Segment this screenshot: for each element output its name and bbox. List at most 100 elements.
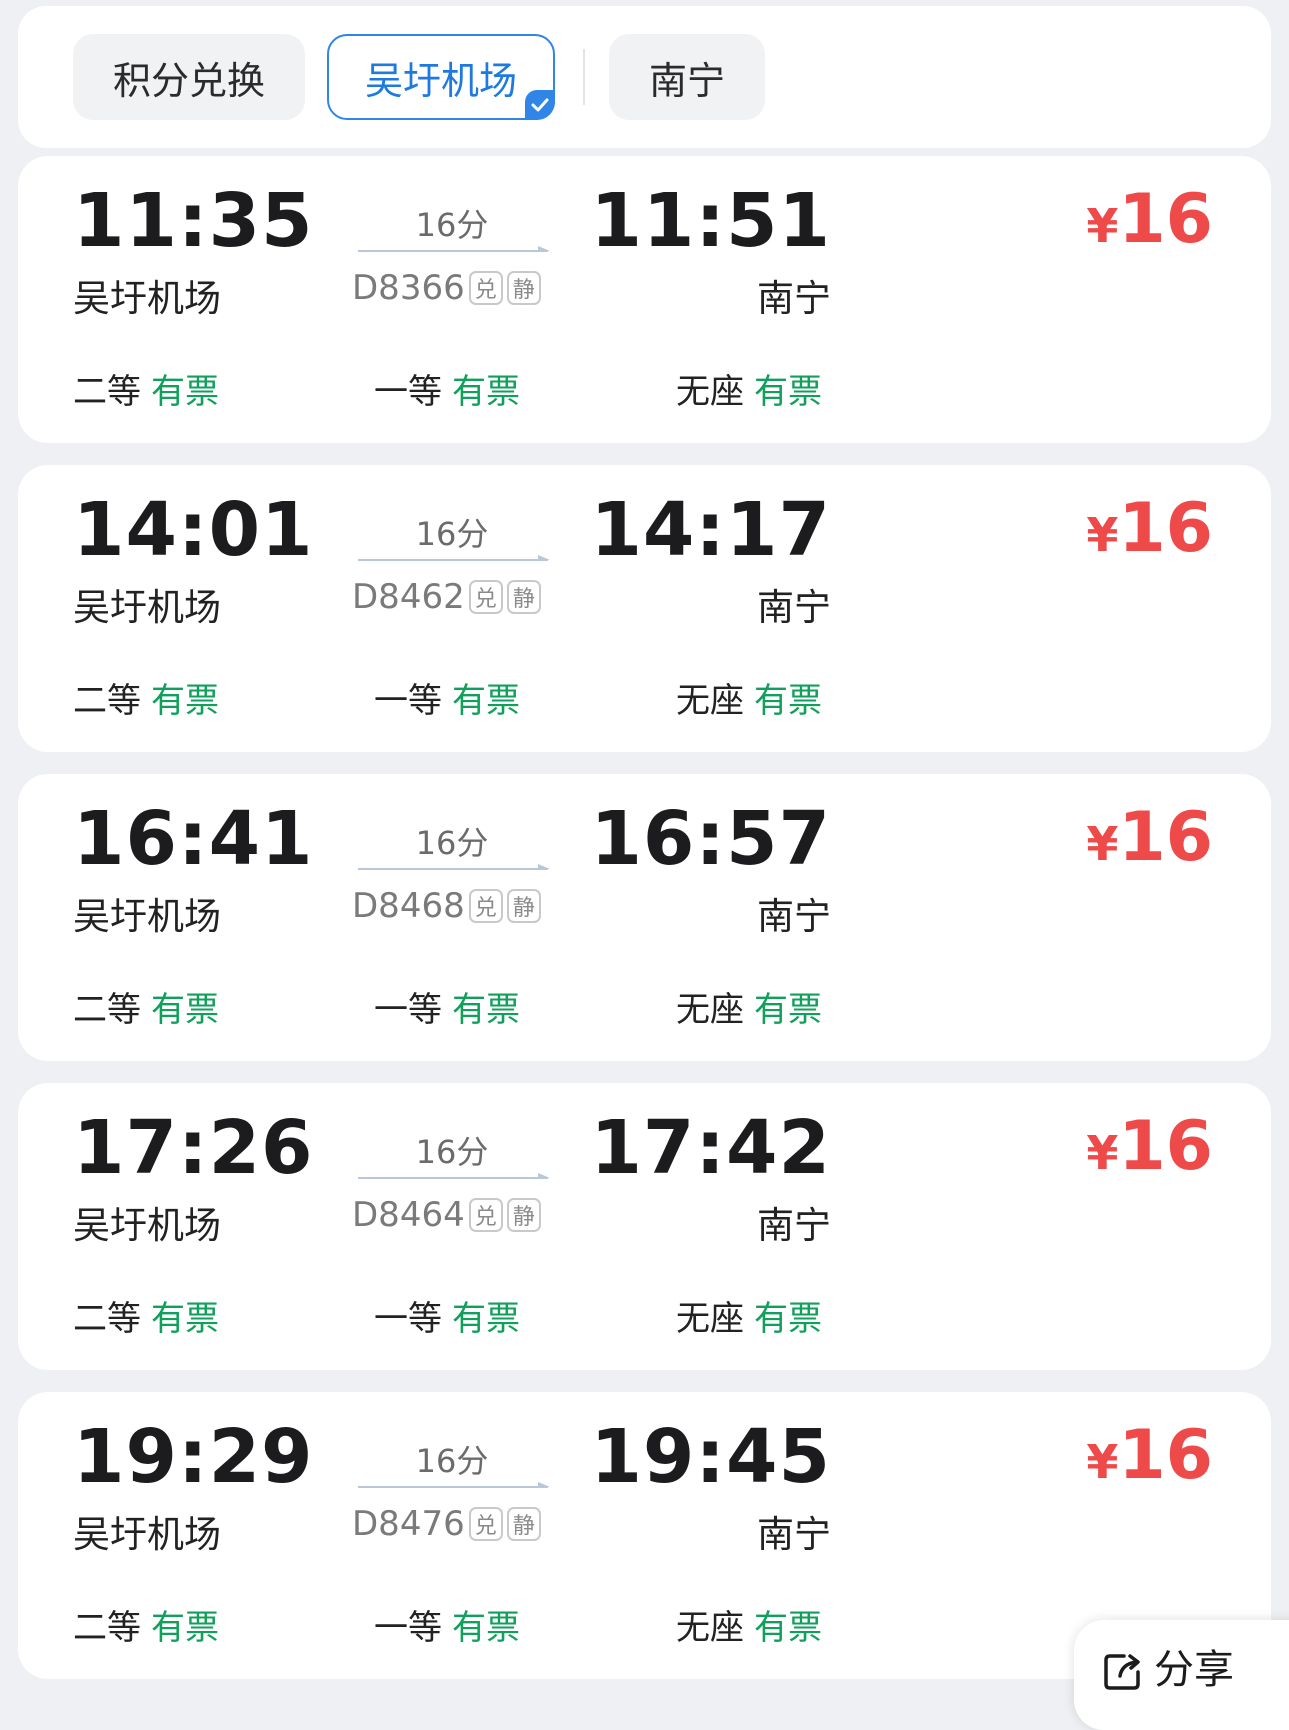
train-number: D8468: [352, 886, 465, 926]
train-number-row: D8468 兑 静: [352, 886, 541, 926]
duration: 16分: [415, 1133, 489, 1171]
seat-availability: 有票: [754, 372, 822, 412]
direction-arrow-icon: [358, 1482, 550, 1488]
seat-class: 一等: [374, 1608, 442, 1648]
filter-chip-wuxu-airport[interactable]: 吴圩机场: [327, 34, 555, 120]
price-value: 16: [1118, 1416, 1213, 1495]
departure-time: 17:26: [73, 1105, 314, 1191]
exchange-tag: 兑: [468, 889, 503, 923]
train-card[interactable]: 14:01 吴圩机场 16分 D8462 兑 静 14:17 南宁 ¥16 二等…: [18, 465, 1271, 752]
seat-availability: 有票: [151, 1608, 219, 1648]
seat-class: 二等: [73, 681, 141, 721]
exchange-tag: 兑: [468, 1507, 503, 1541]
arrival-time: 14:17: [590, 487, 831, 573]
seat-availability: 有票: [754, 681, 822, 721]
arrival-station: 南宁: [757, 586, 831, 629]
seat-class: 无座: [676, 1608, 744, 1648]
seat-second-class: 二等 有票: [73, 364, 219, 413]
quiet-tag: 静: [506, 1198, 541, 1232]
arrival-station: 南宁: [757, 895, 831, 938]
seat-availability: 有票: [151, 1299, 219, 1339]
train-number: D8462: [352, 577, 465, 617]
seat-availability: 有票: [754, 990, 822, 1030]
departure-station: 吴圩机场: [73, 586, 221, 629]
departure-station: 吴圩机场: [73, 1204, 221, 1247]
price-value: 16: [1118, 1107, 1213, 1186]
arrival-time: 19:45: [590, 1414, 831, 1500]
duration: 16分: [415, 206, 489, 244]
departure-time: 19:29: [73, 1414, 314, 1500]
train-number-row: D8464 兑 静: [352, 1195, 541, 1235]
quiet-tag: 静: [506, 889, 541, 923]
check-icon: [525, 90, 555, 120]
filter-divider: [583, 49, 585, 105]
train-card[interactable]: 11:35 吴圩机场 16分 D8366 兑 静 11:51 南宁 ¥16 二等…: [18, 156, 1271, 443]
arrival-time: 11:51: [590, 178, 831, 264]
train-number-row: D8366 兑 静: [352, 268, 541, 308]
seat-class: 二等: [73, 990, 141, 1030]
duration: 16分: [415, 515, 489, 553]
train-number: D8476: [352, 1504, 465, 1544]
direction-arrow-icon: [358, 1173, 550, 1179]
price-value: 16: [1118, 180, 1213, 259]
seat-second-class: 二等 有票: [73, 673, 219, 722]
arrival-station: 南宁: [757, 277, 831, 320]
train-card[interactable]: 17:26 吴圩机场 16分 D8464 兑 静 17:42 南宁 ¥16 二等…: [18, 1083, 1271, 1370]
exchange-tag: 兑: [468, 580, 503, 614]
filter-chip-nanning[interactable]: 南宁: [609, 34, 765, 120]
seat-class: 无座: [676, 1299, 744, 1339]
filter-chip-label: 积分兑换: [112, 58, 265, 103]
filter-chip-label: 吴圩机场: [364, 58, 517, 103]
seat-first-class: 一等 有票: [374, 982, 520, 1031]
train-card[interactable]: 16:41 吴圩机场 16分 D8468 兑 静 16:57 南宁 ¥16 二等…: [18, 774, 1271, 1061]
train-number-row: D8462 兑 静: [352, 577, 541, 617]
currency-symbol: ¥: [1086, 1126, 1119, 1180]
seat-availability: 有票: [754, 1608, 822, 1648]
seat-standing: 无座 有票: [676, 1600, 822, 1649]
filter-chip-label: 南宁: [648, 58, 725, 103]
share-label: 分享: [1154, 1647, 1234, 1693]
seat-class: 无座: [676, 990, 744, 1030]
direction-arrow-icon: [358, 246, 550, 252]
direction-arrow-icon: [358, 864, 550, 870]
arrival-time: 17:42: [590, 1105, 831, 1191]
arrival-time: 16:57: [590, 796, 831, 882]
share-button[interactable]: 分享: [1074, 1620, 1289, 1730]
seat-second-class: 二等 有票: [73, 1291, 219, 1340]
price: ¥16: [1086, 1113, 1213, 1181]
price: ¥16: [1086, 1422, 1213, 1490]
seat-availability: 有票: [452, 681, 520, 721]
quiet-tag: 静: [506, 1507, 541, 1541]
departure-station: 吴圩机场: [73, 277, 221, 320]
seat-class: 二等: [73, 1608, 141, 1648]
train-number-row: D8476 兑 静: [352, 1504, 541, 1544]
seat-first-class: 一等 有票: [374, 1600, 520, 1649]
seat-class: 无座: [676, 681, 744, 721]
price: ¥16: [1086, 495, 1213, 563]
seat-availability: 有票: [151, 681, 219, 721]
seat-class: 二等: [73, 1299, 141, 1339]
departure-time: 14:01: [73, 487, 314, 573]
seat-standing: 无座 有票: [676, 364, 822, 413]
price: ¥16: [1086, 186, 1213, 254]
seat-class: 一等: [374, 372, 442, 412]
currency-symbol: ¥: [1086, 199, 1119, 253]
seat-standing: 无座 有票: [676, 1291, 822, 1340]
price-value: 16: [1118, 489, 1213, 568]
seat-standing: 无座 有票: [676, 982, 822, 1031]
seat-first-class: 一等 有票: [374, 673, 520, 722]
currency-symbol: ¥: [1086, 817, 1119, 871]
arrival-station: 南宁: [757, 1513, 831, 1556]
filter-chip-points-exchange[interactable]: 积分兑换: [73, 34, 305, 120]
seat-class: 一等: [374, 681, 442, 721]
train-number: D8366: [352, 268, 465, 308]
exchange-tag: 兑: [468, 271, 503, 305]
seat-class: 一等: [374, 990, 442, 1030]
quiet-tag: 静: [506, 580, 541, 614]
arrival-station: 南宁: [757, 1204, 831, 1247]
seat-availability: 有票: [452, 1608, 520, 1648]
seat-second-class: 二等 有票: [73, 1600, 219, 1649]
seat-availability: 有票: [151, 372, 219, 412]
departure-station: 吴圩机场: [73, 1513, 221, 1556]
share-icon: [1104, 1654, 1140, 1690]
